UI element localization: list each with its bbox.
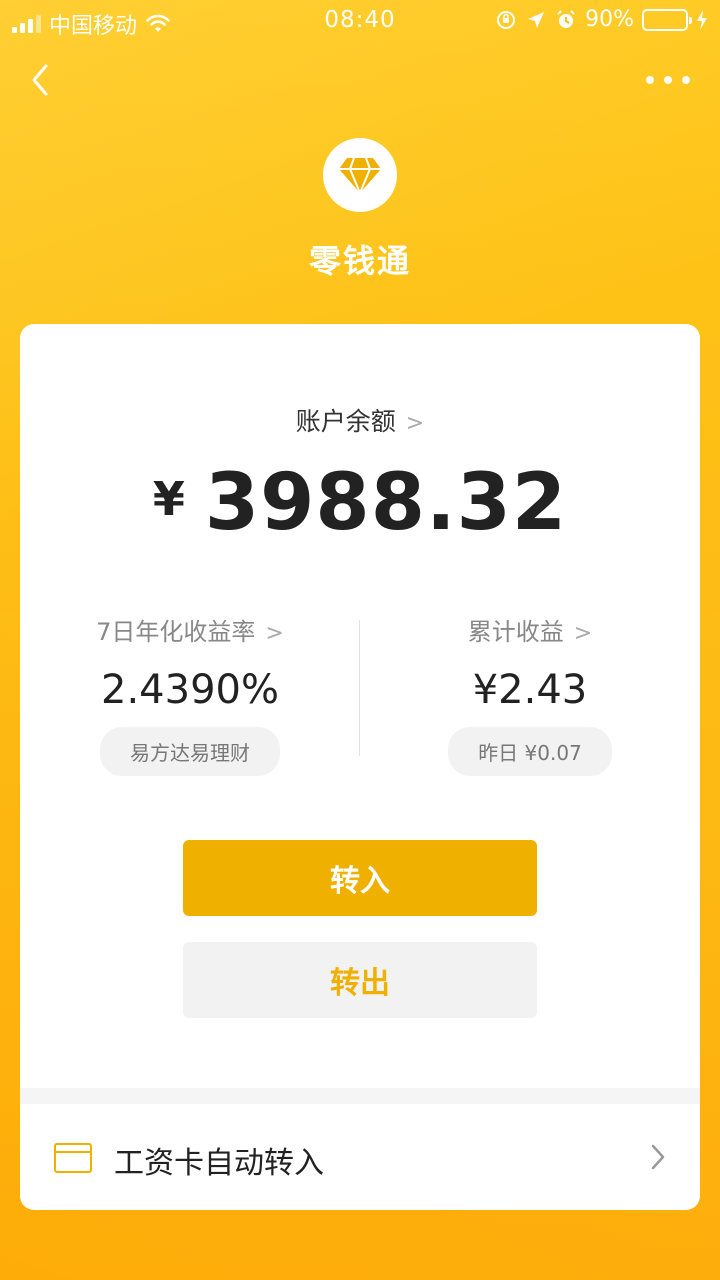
balance-amount: ¥3988.32	[20, 458, 700, 548]
auto-transfer-label: 工资卡自动转入	[114, 1146, 324, 1181]
more-button[interactable]	[646, 68, 690, 92]
chevron-right-icon: >	[265, 621, 284, 646]
chevron-right-icon: >	[573, 621, 593, 646]
earnings-label-row: 累计收益 >	[360, 612, 700, 647]
charging-icon	[697, 9, 707, 30]
app-logo	[323, 138, 397, 212]
rate-stat[interactable]: 7日年化收益率 > 2.4390% 易方达易理财	[20, 612, 360, 776]
chevron-left-icon	[32, 64, 48, 96]
chevron-right-icon	[651, 1144, 665, 1170]
diamond-icon	[339, 157, 381, 194]
status-bar: 中国移动 08:40 90%	[0, 0, 720, 40]
alarm-icon	[557, 9, 575, 28]
rate-label: 7日年化收益率	[96, 618, 256, 646]
auto-transfer-row[interactable]: 工资卡自动转入	[20, 1104, 700, 1210]
earnings-stat[interactable]: 累计收益 > ¥2.43 昨日 ¥0.07	[360, 612, 700, 776]
app-title: 零钱通	[308, 242, 411, 280]
rate-provider-badge: 易方达易理财	[100, 727, 280, 776]
more-dots-icon	[646, 76, 654, 84]
balance-value: 3988.32	[204, 458, 568, 548]
location-icon	[528, 11, 545, 28]
rate-label-row: 7日年化收益率 >	[20, 612, 360, 647]
battery-percent: 90%	[585, 7, 634, 32]
balance-label: 账户余额	[295, 407, 396, 436]
earnings-label: 累计收益	[467, 618, 564, 646]
back-button[interactable]	[22, 60, 62, 100]
section-divider	[20, 1088, 700, 1104]
chevron-right-icon: >	[405, 411, 425, 436]
rate-value: 2.4390%	[101, 667, 279, 713]
balance-card: 账户余额 > ¥3988.32 7日年化收益率 > 2.4390% 易方达易理财 累…	[20, 324, 700, 1210]
earnings-value: ¥2.43	[472, 667, 588, 713]
balance-label-row[interactable]: 账户余额 >	[20, 402, 700, 438]
transfer-out-button[interactable]: 转出	[183, 942, 537, 1018]
status-right: 90%	[495, 7, 708, 32]
nav-bar	[0, 48, 720, 112]
currency-symbol: ¥	[152, 472, 185, 526]
battery-icon	[642, 8, 692, 31]
yesterday-badge: 昨日 ¥0.07	[448, 727, 612, 776]
bank-card-icon	[54, 1143, 92, 1173]
rotation-lock-icon	[497, 10, 516, 29]
transfer-in-button[interactable]: 转入	[183, 840, 537, 916]
